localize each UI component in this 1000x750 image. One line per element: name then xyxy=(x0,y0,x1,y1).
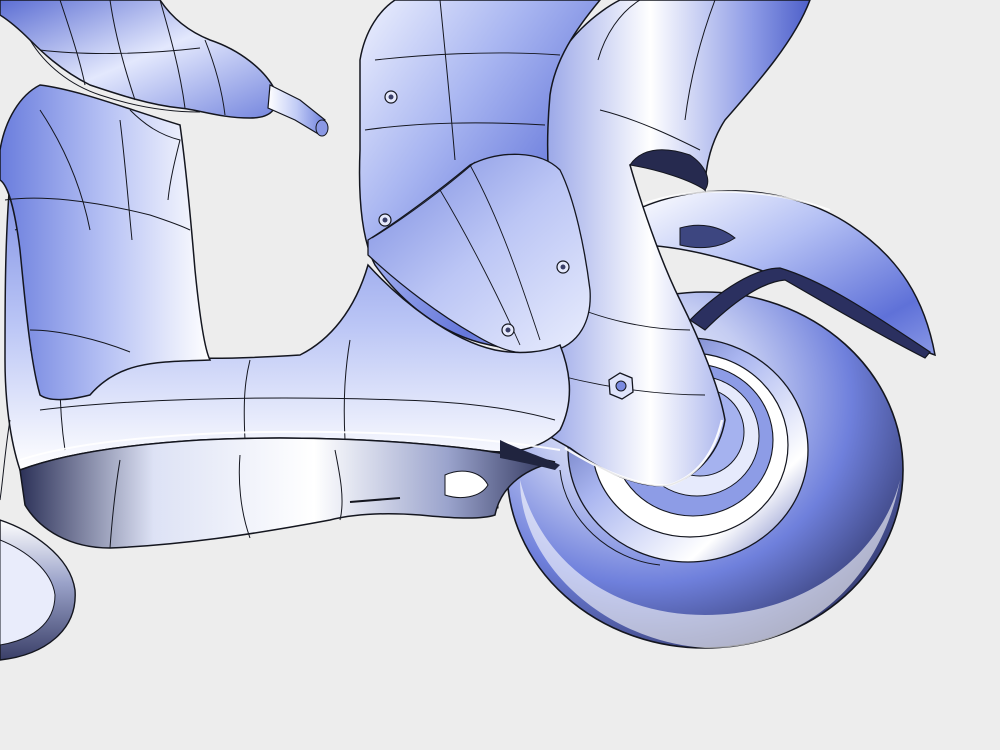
rear-wheel xyxy=(0,519,76,661)
scooter-render xyxy=(0,0,936,661)
screw-icon xyxy=(384,90,398,104)
screw-icon xyxy=(501,323,515,337)
screw-icon xyxy=(378,213,392,227)
screw-icon xyxy=(556,260,570,274)
under-tray xyxy=(19,437,560,549)
cad-viewport xyxy=(0,0,1000,750)
